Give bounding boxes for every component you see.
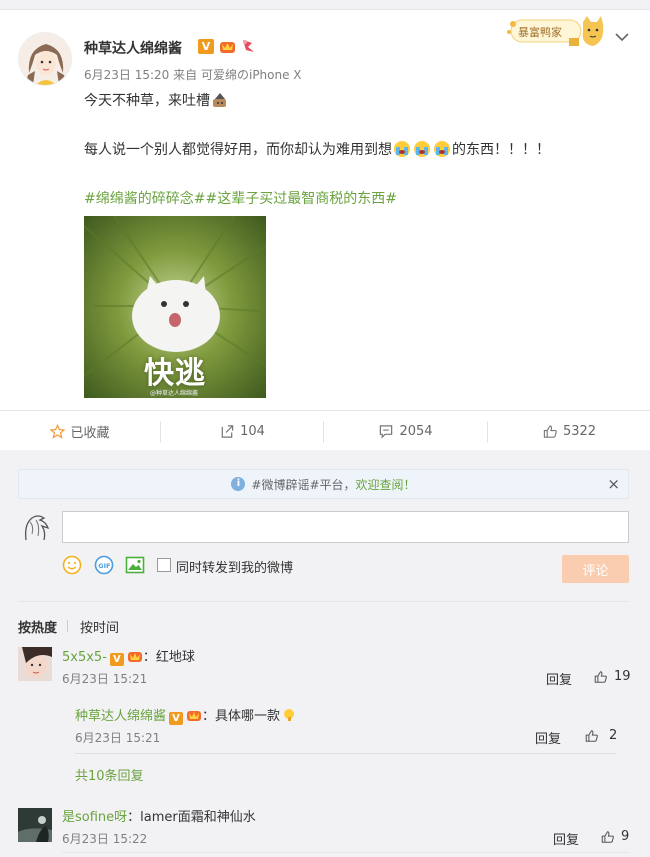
also-forward-label[interactable]: 同时转发到我的微博	[176, 557, 293, 576]
image-caption: 快逃	[144, 356, 206, 391]
post-action-bar: 已收藏 104 2054 5322	[0, 410, 650, 450]
post-text-1: 今天不种草，来吐槽	[84, 93, 210, 109]
thumbs-up-icon	[594, 670, 607, 683]
forward-button[interactable]: 104	[161, 411, 323, 451]
image-icon[interactable]	[125, 555, 145, 575]
chevron-down-icon[interactable]	[614, 30, 630, 44]
vip-crown-icon	[186, 708, 202, 722]
comment-time: 6月23日 15:21	[62, 672, 148, 686]
decorative-card-sticker[interactable]: 暴富鸭家	[505, 16, 605, 50]
reply-line: 种草达人绵绵酱 V ：具体哪一款	[75, 705, 295, 725]
reply-time: 6月23日 15:21	[75, 731, 161, 745]
crying-emoji-icon	[393, 140, 411, 158]
commenter-avatar[interactable]	[18, 808, 52, 842]
post-text-2a: 每人说一个别人都觉得好用，而你却认为难用到想	[84, 142, 392, 158]
commenter-name[interactable]: 是sofine呀	[62, 810, 127, 825]
crying-emoji-icon	[433, 140, 451, 158]
also-forward-checkbox[interactable]	[157, 558, 171, 572]
fan-badge-icon	[240, 38, 257, 54]
comment-count: 2054	[399, 423, 433, 439]
post-source[interactable]: 可爱绵のiPhone X	[201, 68, 302, 82]
post-text-line-1: 今天不种草，来吐槽	[84, 90, 230, 110]
notice-link[interactable]: 欢迎查阅！	[356, 476, 416, 493]
rumor-notice-bar: i #微博辟谣#平台， 欢迎查阅！ ×	[18, 469, 629, 499]
topic-hashtags[interactable]: #绵绵酱的碎碎念##这辈子买过最智商税的东西#	[84, 188, 397, 208]
svg-text:GIF: GIF	[98, 562, 110, 570]
comment-like-count: 9	[621, 829, 630, 844]
svg-text:暴富鸭家: 暴富鸭家	[518, 25, 562, 39]
reply-like-button[interactable]: 2	[584, 728, 617, 743]
crying-emoji-icon	[413, 140, 431, 158]
post-time[interactable]: 6月23日 15:20	[84, 68, 169, 82]
thumbs-up-icon	[543, 424, 557, 438]
weibo-post: 种草达人绵绵酱 V 6月23日 15:20 来自 可爱绵のiPhone X 暴富…	[0, 0, 650, 450]
info-icon: i	[231, 477, 246, 491]
comment-line: 是sofine呀：lamer面霜和神仙水	[62, 806, 256, 825]
commenter-name[interactable]: 5x5x5-	[62, 650, 107, 665]
reply-button[interactable]: 回复	[546, 669, 572, 688]
like-count: 5322	[562, 423, 597, 439]
sort-by-time-tab[interactable]: 按时间	[80, 617, 119, 636]
verified-badge-icon: V	[109, 653, 124, 666]
comment-like-button[interactable]: 19	[593, 669, 631, 684]
reply-button[interactable]: 回复	[553, 829, 579, 848]
reply-button[interactable]: 回复	[535, 728, 561, 747]
comment-time: 6月23日 15:22	[62, 832, 148, 846]
post-text-line-2: 每人说一个别人都觉得好用，而你却认为难用到想 的东西！！！！	[84, 139, 550, 159]
reply-author-name[interactable]: 种草达人绵绵酱	[75, 709, 166, 724]
divider	[62, 852, 629, 853]
close-icon[interactable]: ×	[607, 475, 620, 493]
favorite-label: 已收藏	[70, 425, 110, 441]
thinking-emoji-icon	[283, 708, 295, 722]
post-text-2b: 的东西！！！！	[452, 142, 550, 158]
verified-badge-icon: V	[198, 39, 214, 54]
top-divider	[0, 0, 650, 10]
star-icon	[50, 423, 66, 439]
gif-icon[interactable]: GIF	[94, 555, 114, 575]
forward-icon	[221, 424, 234, 438]
author-avatar[interactable]	[18, 32, 72, 86]
comment-button[interactable]: 2054	[324, 411, 487, 451]
comment-text: ：lamer面霜和神仙水	[127, 810, 256, 825]
notice-text: #微博辟谣#平台，	[251, 477, 356, 492]
thumbs-up-icon	[601, 830, 614, 843]
comment-like-count: 19	[614, 669, 631, 684]
thumbs-up-icon	[585, 729, 598, 742]
more-replies-link[interactable]: 共10条回复	[75, 765, 144, 784]
post-image[interactable]: 快逃 @种草达人绵绵酱	[84, 216, 266, 398]
divider	[75, 753, 616, 754]
commenter-avatar[interactable]	[18, 647, 52, 681]
smiley-icon[interactable]	[62, 555, 82, 575]
comment-input[interactable]	[62, 511, 629, 543]
vip-crown-icon	[219, 38, 236, 54]
submit-comment-button[interactable]: 评论	[562, 555, 629, 583]
comment-icon	[380, 424, 393, 439]
comment-line: 5x5x5- V ：红地球	[62, 646, 195, 666]
vip-crown-icon	[127, 649, 143, 663]
divider	[18, 601, 629, 602]
verified-badge-icon: V	[169, 712, 184, 725]
forward-count: 104	[240, 423, 265, 439]
post-meta: 6月23日 15:20 来自 可爱绵のiPhone X	[84, 66, 302, 83]
source-prefix: 来自	[173, 68, 198, 82]
my-avatar[interactable]	[18, 510, 52, 544]
comment-text: ：红地球	[142, 650, 195, 665]
sort-by-hot-tab[interactable]: 按热度	[18, 617, 57, 636]
image-watermark: @种草达人绵绵酱	[150, 390, 199, 397]
comment-like-button[interactable]: 9	[600, 829, 629, 844]
favorite-button[interactable]: 已收藏	[0, 411, 160, 451]
like-button[interactable]: 5322	[488, 411, 650, 451]
tucao-emoji-icon	[211, 91, 229, 109]
sort-divider	[67, 620, 68, 632]
author-name[interactable]: 种草达人绵绵酱	[84, 38, 182, 58]
reply-text: ：具体哪一款	[202, 709, 281, 724]
reply-like-count: 2	[609, 728, 618, 743]
